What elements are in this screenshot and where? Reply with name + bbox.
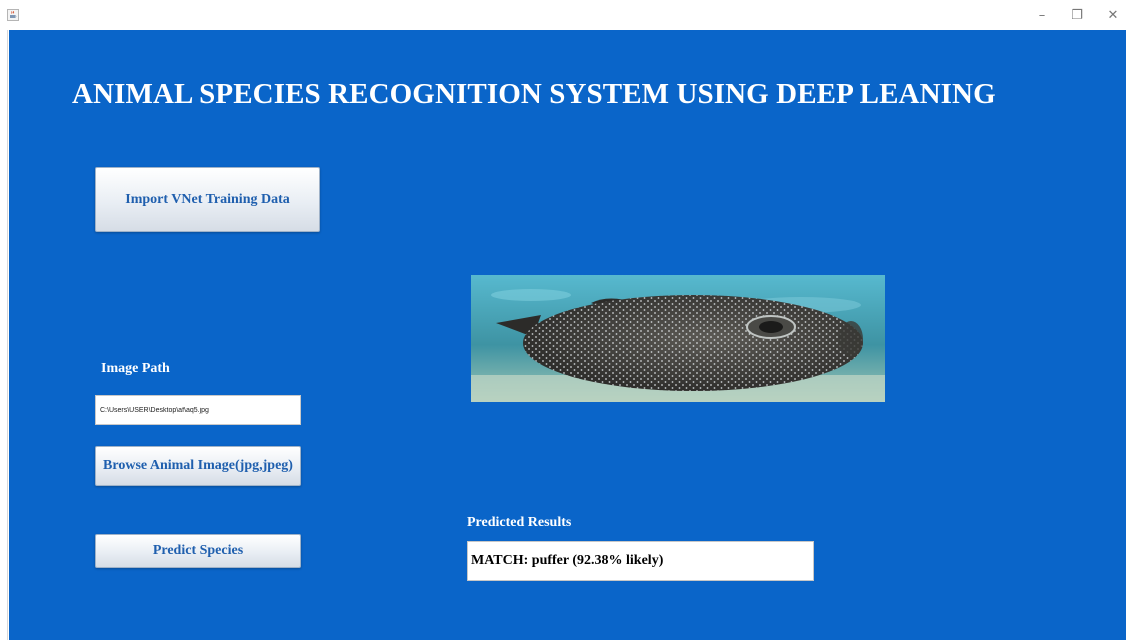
window-titlebar: – ❐ ✕ (0, 0, 1126, 30)
predicted-results-text: MATCH: puffer (92.38% likely) (471, 553, 664, 568)
animal-image-preview (471, 275, 885, 402)
image-path-label: Image Path (101, 361, 170, 376)
predicted-results-output: MATCH: puffer (92.38% likely) (467, 541, 814, 581)
page-title: ANIMAL SPECIES RECOGNITION SYSTEM USING … (72, 78, 996, 110)
import-training-data-button[interactable]: Import VNet Training Data (95, 167, 320, 232)
browse-image-button[interactable]: Browse Animal Image(jpg,jpeg) (95, 446, 301, 486)
predicted-results-label: Predicted Results (467, 515, 572, 530)
window-left-border (0, 30, 8, 640)
close-button[interactable]: ✕ (1103, 6, 1123, 24)
minimize-icon: – (1038, 7, 1046, 23)
puffer-fish-image (471, 275, 885, 402)
restore-button[interactable]: ❐ (1067, 6, 1087, 24)
close-icon: ✕ (1107, 7, 1119, 23)
image-path-field[interactable] (95, 395, 301, 425)
main-panel: ANIMAL SPECIES RECOGNITION SYSTEM USING … (9, 30, 1126, 640)
restore-icon: ❐ (1071, 7, 1083, 23)
minimize-button[interactable]: – (1032, 6, 1052, 24)
predict-species-button[interactable]: Predict Species (95, 534, 301, 568)
java-cup-icon (7, 9, 19, 21)
